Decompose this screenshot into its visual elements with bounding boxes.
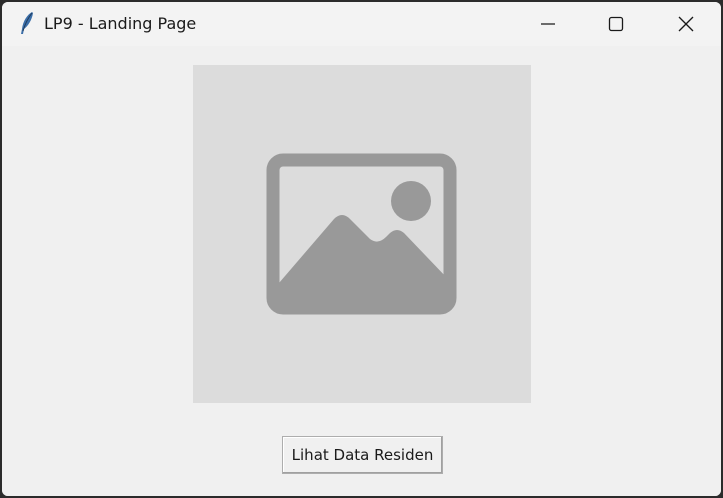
- minimize-icon: [541, 23, 555, 25]
- feather-icon: [18, 11, 36, 35]
- maximize-button[interactable]: [582, 2, 650, 46]
- view-resident-data-button[interactable]: Lihat Data Residen: [282, 436, 443, 474]
- main-content: Lihat Data Residen: [2, 46, 721, 496]
- image-placeholder: [193, 65, 531, 403]
- close-button[interactable]: [652, 2, 720, 46]
- image-placeholder-icon: [266, 153, 457, 315]
- minimize-button[interactable]: [514, 2, 582, 46]
- window-title: LP9 - Landing Page: [44, 14, 197, 33]
- app-window: LP9 - Landing Page Lihat Data Residen: [2, 2, 721, 496]
- maximize-icon: [608, 16, 624, 32]
- close-icon: [678, 16, 694, 32]
- title-bar[interactable]: LP9 - Landing Page: [2, 2, 721, 46]
